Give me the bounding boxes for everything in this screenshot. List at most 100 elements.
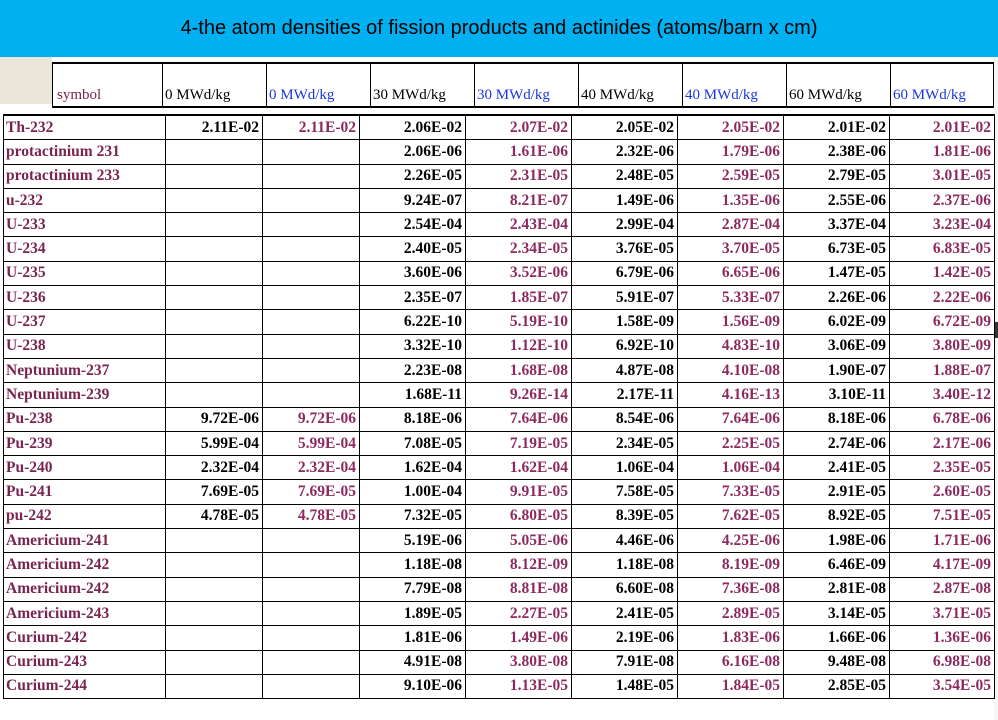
table-header-row: symbol 0 MWd/kg 0 MWd/kg 30 MWd/kg 30 MW… <box>52 62 994 108</box>
density-cell: 6.83E-05 <box>889 236 995 262</box>
header-30-mwd-a: 30 MWd/kg <box>370 64 474 106</box>
density-cell: 1.35E-06 <box>677 187 784 214</box>
density-cell: 1.62E-04 <box>359 455 466 481</box>
density-cell: 7.64E-06 <box>465 406 572 432</box>
density-cell <box>165 139 263 165</box>
table-row: Americium-242 7.79E-08 8.81E-08 6.60E-08 7.3… <box>3 576 995 602</box>
density-cell: 2.34E-05 <box>571 430 678 457</box>
density-cell: 8.18E-06 <box>359 406 466 432</box>
density-cell: 2.41E-05 <box>571 600 678 627</box>
nuclide-name: Neptunium-237 <box>3 357 166 384</box>
table-row: pu-242 4.78E-05 4.78E-05 7.32E-05 6.80E-05 8.… <box>3 503 995 530</box>
nuclide-name: u-232 <box>3 187 166 214</box>
density-cell: 1.68E-11 <box>359 382 466 408</box>
nuclide-name: U-238 <box>3 333 166 359</box>
density-cell: 6.02E-09 <box>783 309 890 335</box>
density-cell: 7.62E-05 <box>677 503 784 530</box>
density-cell: 1.62E-04 <box>465 455 572 481</box>
density-cell: 1.49E-06 <box>465 625 572 651</box>
density-cell: 3.40E-12 <box>889 382 995 408</box>
density-cell <box>165 163 263 189</box>
density-cell <box>165 187 263 214</box>
density-cell: 8.39E-05 <box>571 503 678 530</box>
density-cell: 2.32E-04 <box>165 455 263 481</box>
density-cell: 2.34E-05 <box>465 236 572 262</box>
density-cell: 7.36E-08 <box>677 576 784 602</box>
table-row: Curium-244 9.10E-06 1.13E-05 1.48E-05 1.84E-… <box>3 673 995 700</box>
density-cell: 2.17E-11 <box>571 382 678 408</box>
table-row: U-235 3.60E-06 3.52E-06 6.79E-06 6.65E-06 1.4… <box>3 260 995 287</box>
density-cell: 2.54E-04 <box>359 212 466 238</box>
density-cell: 7.58E-05 <box>571 479 678 505</box>
density-cell <box>165 357 263 384</box>
density-cell: 2.22E-06 <box>889 285 995 311</box>
nuclide-name: protactinium 233 <box>3 163 166 189</box>
density-cell: 3.32E-10 <box>359 333 466 359</box>
density-cell <box>262 212 360 238</box>
nuclide-name: U-233 <box>3 212 166 238</box>
density-cell: 4.83E-10 <box>677 333 784 359</box>
density-cell: 9.91E-05 <box>465 479 572 505</box>
density-cell: 7.08E-05 <box>359 430 466 457</box>
density-cell: 1.06E-04 <box>677 455 784 481</box>
density-cell: 1.84E-05 <box>677 673 784 700</box>
density-cell: 7.91E-08 <box>571 649 678 675</box>
density-cell: 7.19E-05 <box>465 430 572 457</box>
density-cell: 2.11E-02 <box>262 114 360 141</box>
nuclide-name: Pu-238 <box>3 406 166 432</box>
density-cell <box>262 552 360 578</box>
density-cell <box>262 600 360 627</box>
density-cell <box>262 649 360 675</box>
density-cell: 5.99E-04 <box>165 430 263 457</box>
density-cell: 2.40E-05 <box>359 236 466 262</box>
density-cell: 5.91E-07 <box>571 285 678 311</box>
density-cell: 9.26E-14 <box>465 382 572 408</box>
density-cell <box>262 187 360 214</box>
header-40-mwd-a: 40 MWd/kg <box>578 64 682 106</box>
density-cell: 5.33E-07 <box>677 285 784 311</box>
density-cell: 1.79E-06 <box>677 139 784 165</box>
table-row: Curium-243 4.91E-08 3.80E-08 7.91E-08 6.16E-… <box>3 649 995 675</box>
density-cell: 8.19E-09 <box>677 552 784 578</box>
density-cell: 3.71E-05 <box>889 600 995 627</box>
density-cell <box>262 382 360 408</box>
density-cell: 2.79E-05 <box>783 163 890 189</box>
density-cell: 4.78E-05 <box>165 503 263 530</box>
density-cell <box>165 382 263 408</box>
density-cell: 2.35E-07 <box>359 285 466 311</box>
density-cell: 2.11E-02 <box>165 114 263 141</box>
table-row: U-236 2.35E-07 1.85E-07 5.91E-07 5.33E-07 2.2… <box>3 285 995 311</box>
density-cell: 2.59E-05 <box>677 163 784 189</box>
table-row: u-232 9.24E-07 8.21E-07 1.49E-06 1.35E-06 2.5… <box>3 187 995 214</box>
density-cell: 6.73E-05 <box>783 236 890 262</box>
nuclide-name: pu-242 <box>3 503 166 530</box>
density-cell <box>165 212 263 238</box>
density-cell: 3.06E-09 <box>783 333 890 359</box>
density-cell: 2.99E-04 <box>571 212 678 238</box>
density-cell <box>165 673 263 700</box>
density-cell: 4.78E-05 <box>262 503 360 530</box>
density-cell: 1.06E-04 <box>571 455 678 481</box>
header-symbol: symbol <box>52 64 162 106</box>
table-row: protactinium 231 2.06E-06 1.61E-06 2.32E-06… <box>3 139 995 165</box>
nuclide-name: protactinium 231 <box>3 139 166 165</box>
density-cell <box>262 333 360 359</box>
density-cell: 2.23E-08 <box>359 357 466 384</box>
density-cell: 6.60E-08 <box>571 576 678 602</box>
density-cell: 9.48E-08 <box>783 649 890 675</box>
density-cell <box>165 625 263 651</box>
density-cell: 2.01E-02 <box>783 114 890 141</box>
density-cell: 2.87E-04 <box>677 212 784 238</box>
nuclide-name: Curium-243 <box>3 649 166 675</box>
density-cell: 2.60E-05 <box>889 479 995 505</box>
density-cell: 2.26E-05 <box>359 163 466 189</box>
density-cell: 2.38E-06 <box>783 139 890 165</box>
density-cell: 1.88E-07 <box>889 357 995 384</box>
nuclide-name: Americium-242 <box>3 552 166 578</box>
density-cell: 1.36E-06 <box>889 625 995 651</box>
density-cell <box>262 625 360 651</box>
density-cell: 2.19E-06 <box>571 625 678 651</box>
density-cell: 1.58E-09 <box>571 309 678 335</box>
density-cell: 2.41E-05 <box>783 455 890 481</box>
density-cell <box>262 309 360 335</box>
